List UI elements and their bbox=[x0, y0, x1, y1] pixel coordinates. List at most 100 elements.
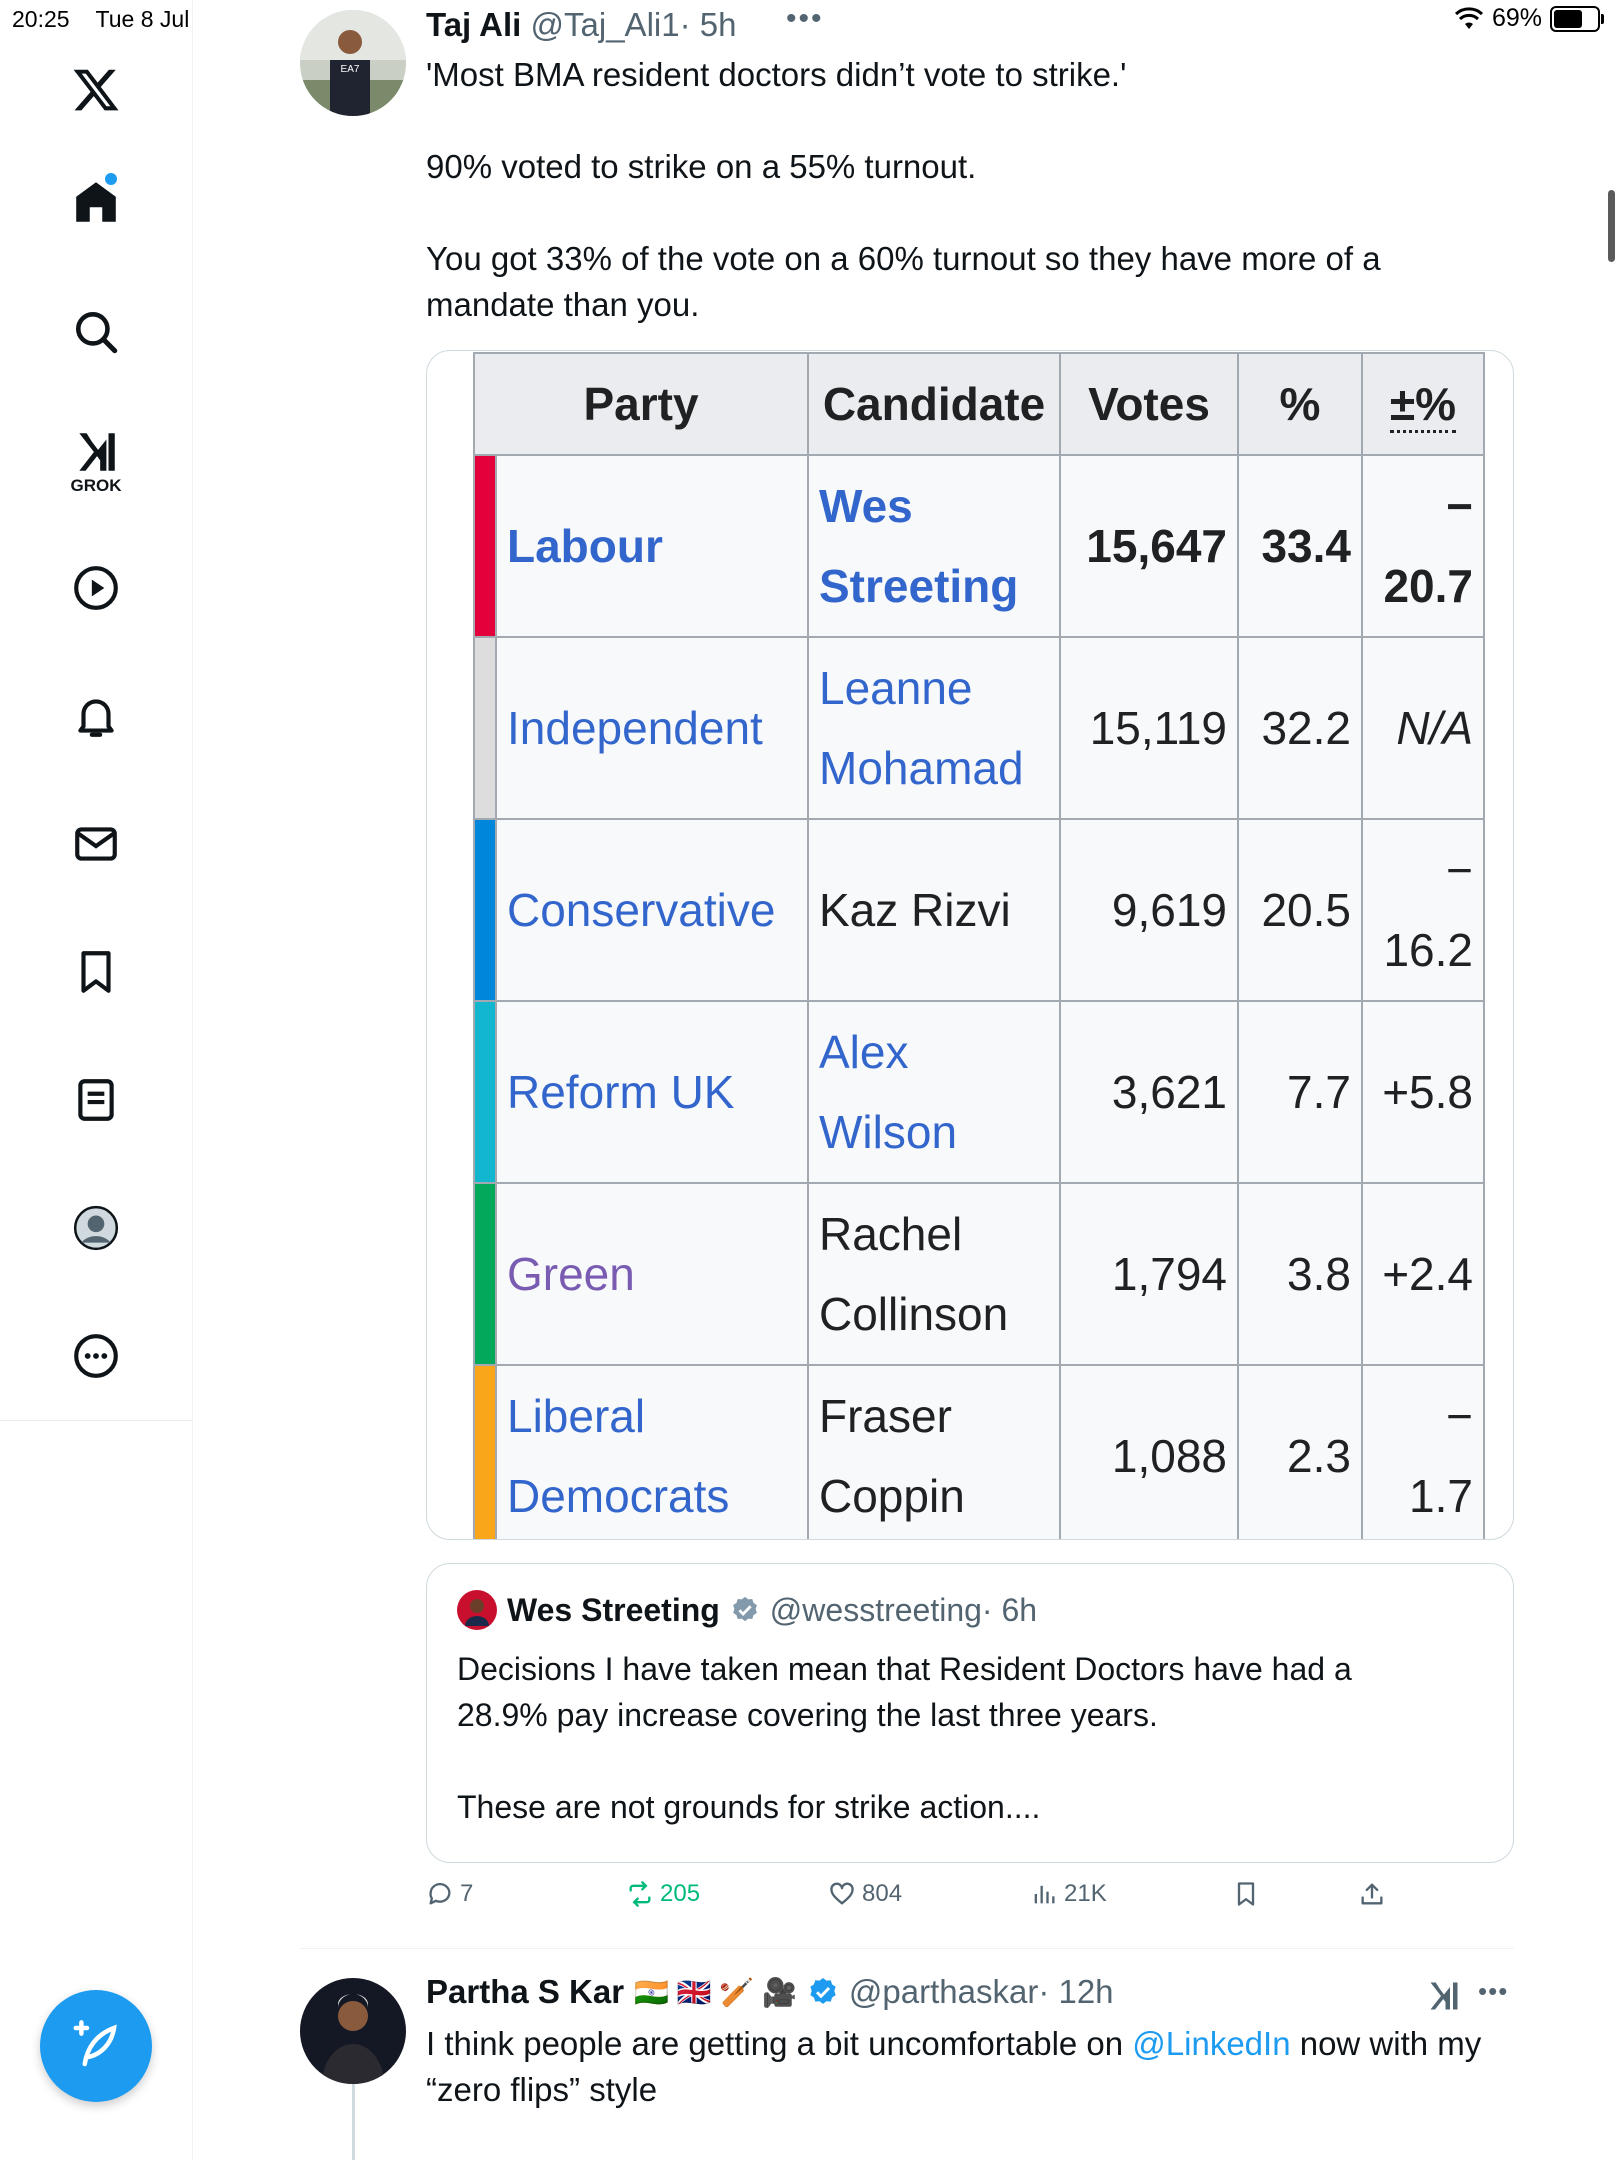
change-cell: −16.2 bbox=[1361, 818, 1485, 1002]
grok-explain-icon[interactable] bbox=[1426, 1978, 1462, 2019]
candidate-link[interactable]: Leanne Mohamad bbox=[819, 648, 1059, 808]
party-color-bar bbox=[473, 1000, 497, 1184]
reply-bubble-icon bbox=[429, 1883, 451, 1905]
verified-badge-icon bbox=[810, 1978, 836, 2004]
party-link[interactable]: Liberal Democrats bbox=[507, 1376, 807, 1536]
candidate-cell: Rachel Collinson bbox=[807, 1182, 1061, 1366]
next-author-handle[interactable]: @parthaskar bbox=[849, 1973, 1038, 2011]
sidebar: GROK bbox=[0, 0, 193, 2160]
tweet-image-election-table[interactable]: Party Candidate Votes % ±% Labour Wes Str… bbox=[426, 350, 1514, 1540]
election-results-table: Party Candidate Votes % ±% Labour Wes Str… bbox=[473, 352, 1485, 1539]
candidate-cell: Alex Wilson bbox=[807, 1000, 1061, 1184]
video-icon[interactable] bbox=[56, 548, 136, 628]
votes-cell: 1,088 bbox=[1059, 1364, 1239, 1539]
messages-envelope-icon[interactable] bbox=[56, 804, 136, 884]
profile-icon[interactable] bbox=[56, 1188, 136, 1268]
next-author-avatar[interactable] bbox=[300, 1978, 406, 2084]
svg-text:EA7: EA7 bbox=[341, 64, 360, 75]
party-link[interactable]: Reform UK bbox=[507, 1066, 734, 1118]
next-tweet-more-icon[interactable]: ••• bbox=[1478, 1976, 1508, 2007]
next-tweet-header: Partha S Kar 🇮🇳 🇬🇧 🏏 🎥 @parthaskar · 12h bbox=[426, 1973, 1114, 2011]
party-link[interactable]: Green bbox=[507, 1248, 635, 1300]
votes-cell: 9,619 bbox=[1059, 818, 1239, 1002]
heart-icon bbox=[830, 1882, 854, 1905]
percent-cell: 2.3 bbox=[1237, 1364, 1363, 1539]
table-row: Liberal Democrats Fraser Coppin 1,088 2.3 … bbox=[473, 1364, 1485, 1539]
next-tweet-time[interactable]: · 12h bbox=[1038, 1973, 1113, 2011]
repost-icon bbox=[629, 1881, 651, 1907]
table-row: Conservative Kaz Rizvi 9,619 20.5 −16.2 bbox=[473, 818, 1485, 1002]
like-count: 804 bbox=[862, 1880, 903, 1907]
search-icon[interactable] bbox=[56, 292, 136, 372]
notifications-bell-icon[interactable] bbox=[56, 676, 136, 756]
quoted-tweet[interactable]: Wes Streeting @wesstreeting · 6h Decision… bbox=[426, 1563, 1514, 1863]
author-handle[interactable]: @Taj_Ali1 bbox=[531, 6, 680, 43]
reply-button[interactable]: 7 bbox=[426, 1880, 473, 1908]
party-cell: Independent bbox=[495, 636, 809, 820]
wifi-icon bbox=[1454, 6, 1483, 29]
table-row: Labour Wes Streeting 15,647 33.4 −20.7 bbox=[473, 454, 1485, 638]
tweet-paragraph: 'Most BMA resident doctors didn’t vote t… bbox=[426, 56, 1127, 93]
quoted-author-avatar[interactable] bbox=[457, 1590, 497, 1630]
party-color-bar bbox=[473, 1364, 497, 1539]
candidate-link[interactable]: Alex Wilson bbox=[819, 1012, 1059, 1172]
more-options-icon[interactable] bbox=[56, 1316, 136, 1396]
table-row: Independent Leanne Mohamad 15,119 32.2 N/… bbox=[473, 636, 1485, 820]
scrollbar[interactable] bbox=[1608, 190, 1615, 262]
tweet-time[interactable]: · 5h bbox=[680, 6, 737, 43]
quoted-author-name[interactable]: Wes Streeting bbox=[507, 1592, 720, 1629]
party-link[interactable]: Independent bbox=[507, 702, 763, 754]
views-count: 21K bbox=[1064, 1880, 1107, 1907]
lists-icon[interactable] bbox=[56, 1060, 136, 1140]
change-cell: −20.7 bbox=[1361, 454, 1485, 638]
percent-cell: 7.7 bbox=[1237, 1000, 1363, 1184]
percent-cell: 20.5 bbox=[1237, 818, 1363, 1002]
party-color-bar bbox=[473, 454, 497, 638]
header-party: Party bbox=[473, 352, 809, 456]
tweet-header: Taj Ali @Taj_Ali1· 5h bbox=[426, 6, 736, 44]
bookmark-button[interactable] bbox=[1232, 1880, 1260, 1908]
author-avatar[interactable]: EA7 bbox=[300, 10, 406, 116]
bookmarks-icon[interactable] bbox=[56, 932, 136, 1012]
home-icon[interactable] bbox=[56, 162, 136, 242]
candidate-cell: Fraser Coppin bbox=[807, 1364, 1061, 1539]
repost-button[interactable]: 205 bbox=[626, 1880, 700, 1908]
party-color-bar bbox=[473, 818, 497, 1002]
grok-label: GROK bbox=[70, 476, 122, 495]
votes-cell: 3,621 bbox=[1059, 1000, 1239, 1184]
like-button[interactable]: 804 bbox=[828, 1880, 902, 1908]
x-logo-icon[interactable] bbox=[56, 50, 136, 130]
party-link[interactable]: Conservative bbox=[507, 884, 775, 936]
change-cell: N/A bbox=[1361, 636, 1485, 820]
header-candidate: Candidate bbox=[807, 352, 1061, 456]
quoted-tweet-time[interactable]: · 6h bbox=[982, 1592, 1037, 1629]
party-link[interactable]: Labour bbox=[507, 520, 663, 572]
quoted-author-handle[interactable]: @wesstreeting bbox=[770, 1592, 982, 1629]
tweet-more-icon[interactable]: ••• bbox=[786, 2, 824, 36]
candidate-link[interactable]: Wes Streeting bbox=[819, 466, 1059, 626]
mention-link[interactable]: @LinkedIn bbox=[1132, 2025, 1290, 2062]
bookmark-icon bbox=[1237, 1882, 1255, 1906]
party-cell: Conservative bbox=[495, 818, 809, 1002]
candidate-cell: Wes Streeting bbox=[807, 454, 1061, 638]
quoted-tweet-text: Decisions I have taken mean that Residen… bbox=[457, 1651, 1352, 1825]
header-change: ±% bbox=[1361, 352, 1485, 456]
author-name[interactable]: Taj Ali bbox=[426, 6, 521, 43]
compose-button[interactable] bbox=[40, 1990, 152, 2102]
profile-flags: 🇮🇳 🇬🇧 🏏 🎥 bbox=[634, 1976, 797, 2008]
compose-feather-icon bbox=[73, 2020, 117, 2067]
views-button[interactable]: 21K bbox=[1030, 1880, 1107, 1908]
candidate-cell: Leanne Mohamad bbox=[807, 636, 1061, 820]
tweet-body: 'Most BMA resident doctors didn’t vote t… bbox=[426, 52, 1526, 328]
party-cell: Green bbox=[495, 1182, 809, 1366]
percent-cell: 3.8 bbox=[1237, 1182, 1363, 1366]
party-color-bar bbox=[473, 636, 497, 820]
party-cell: Liberal Democrats bbox=[495, 1364, 809, 1539]
candidate-cell: Kaz Rizvi bbox=[807, 818, 1061, 1002]
header-votes: Votes bbox=[1059, 352, 1239, 456]
share-button[interactable] bbox=[1358, 1880, 1386, 1908]
next-author-name[interactable]: Partha S Kar bbox=[426, 1973, 624, 2011]
votes-cell: 1,794 bbox=[1059, 1182, 1239, 1366]
percent-cell: 33.4 bbox=[1237, 454, 1363, 638]
views-chart-icon bbox=[1034, 1885, 1055, 1904]
